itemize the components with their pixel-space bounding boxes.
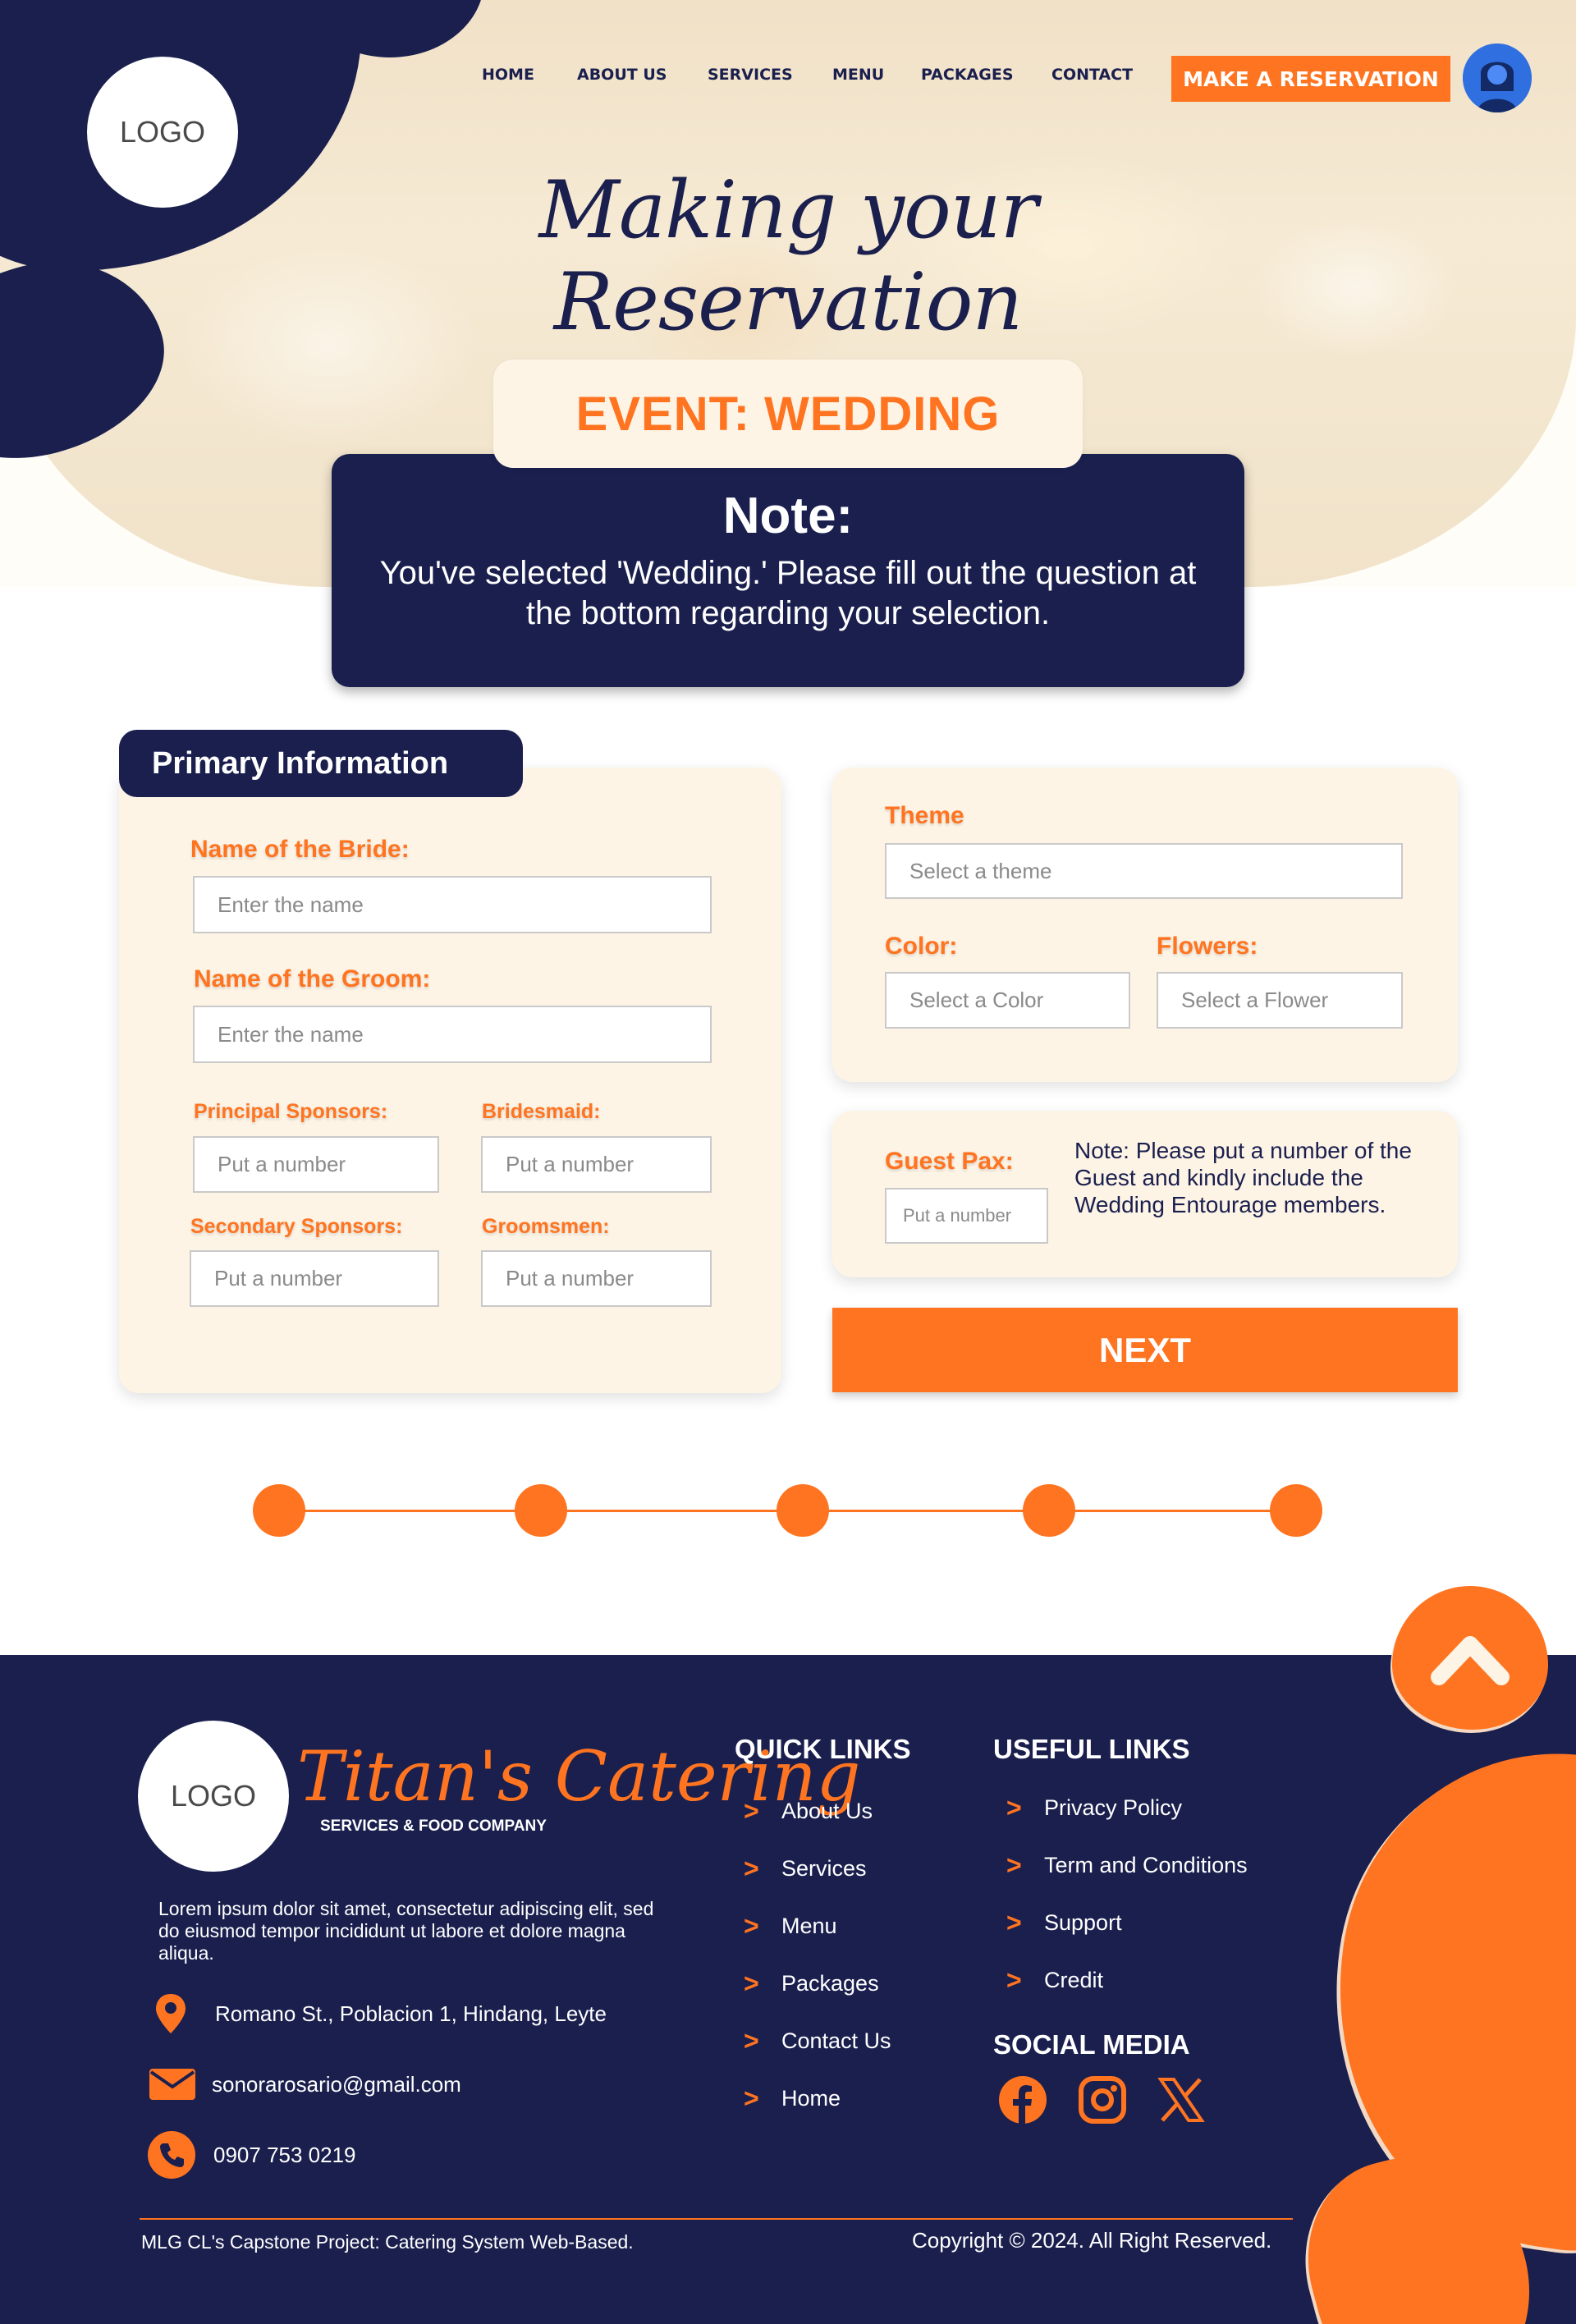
link-label: About Us [781, 1799, 873, 1823]
footer-link-terms[interactable]: > Term and Conditions [1006, 1850, 1248, 1881]
nav-services[interactable]: SERVICES [708, 66, 793, 84]
link-label: Contact Us [781, 2028, 891, 2053]
color-select[interactable]: Select a Color [885, 972, 1130, 1029]
flowers-select[interactable]: Select a Flower [1157, 972, 1403, 1029]
make-reservation-button[interactable]: MAKE A RESERVATION [1171, 56, 1450, 102]
user-avatar[interactable] [1463, 44, 1532, 112]
quick-links-title: QUICK LINKS [735, 1734, 911, 1764]
step-1[interactable] [253, 1484, 305, 1537]
bride-label: Name of the Bride: [190, 836, 410, 863]
nav-menu[interactable]: MENU [832, 66, 884, 84]
bridesmaid-label: Bridesmaid: [482, 1100, 601, 1123]
footer-link-support[interactable]: > Support [1006, 1908, 1122, 1938]
contact-phone[interactable]: 0907 753 0219 [148, 2131, 356, 2179]
link-label: Support [1044, 1910, 1122, 1935]
instagram-icon[interactable] [1077, 2074, 1128, 2125]
email-text: sonorarosario@gmail.com [212, 2071, 461, 2097]
footer-link-credit[interactable]: > Credit [1006, 1965, 1103, 1996]
contact-email[interactable]: sonorarosario@gmail.com [148, 2067, 461, 2102]
nav-about-us[interactable]: ABOUT US [577, 66, 667, 84]
color-label: Color: [885, 933, 958, 960]
social-media-title: SOCIAL MEDIA [993, 2029, 1190, 2060]
link-label: Menu [781, 1914, 837, 1938]
chevron-up-icon [1431, 1635, 1510, 1685]
footer-link-about-us[interactable]: > About Us [744, 1796, 873, 1827]
note-title: Note: [722, 488, 854, 544]
link-label: Privacy Policy [1044, 1795, 1183, 1820]
useful-links-title: USEFUL LINKS [993, 1734, 1190, 1764]
envelope-icon [149, 2069, 195, 2100]
theme-select[interactable]: Select a theme [885, 843, 1403, 899]
x-icon[interactable] [1156, 2074, 1207, 2125]
bride-name-input[interactable]: Enter the name [193, 876, 712, 933]
footer-link-home[interactable]: > Home [744, 2083, 841, 2114]
note-text: You've selected 'Wedding.' Please fill o… [379, 555, 1197, 631]
footer-description: Lorem ipsum dolor sit amet, consectetur … [158, 1898, 654, 1964]
nav-packages[interactable]: PACKAGES [921, 66, 1014, 84]
footer-link-menu[interactable]: > Menu [744, 1911, 837, 1941]
page-title: Making your Reservation [538, 164, 1038, 348]
chevron-right-icon: > [744, 2026, 759, 2056]
groomsmen-input[interactable]: Put a number [481, 1250, 712, 1307]
location-pin-icon [156, 1994, 186, 2033]
groom-label: Name of the Groom: [194, 965, 431, 992]
step-5[interactable] [1270, 1484, 1322, 1537]
footer-logo-text: LOGO [170, 1779, 257, 1813]
step-2[interactable] [515, 1484, 567, 1537]
flowers-label: Flowers: [1157, 933, 1258, 960]
event-note-box: Note: You've selected 'Wedding.' Please … [332, 454, 1244, 687]
link-label: Term and Conditions [1044, 1853, 1248, 1877]
theme-label: Theme [885, 802, 964, 829]
link-label: Credit [1044, 1968, 1104, 1992]
principal-sponsors-label: Principal Sponsors: [194, 1100, 388, 1123]
principal-sponsors-input[interactable]: Put a number [193, 1136, 439, 1193]
link-label: Services [781, 1856, 867, 1881]
copyright: Copyright © 2024. All Right Reserved. [912, 2228, 1272, 2253]
address-text: Romano St., Poblacion 1, Hindang, Leyte [215, 2001, 607, 2026]
brand-tagline: SERVICES & FOOD COMPANY [320, 1817, 547, 1835]
nav-home[interactable]: HOME [482, 66, 534, 84]
guest-pax-label: Guest Pax: [885, 1148, 1014, 1175]
chevron-right-icon: > [1006, 1793, 1022, 1822]
guest-pax-input[interactable]: Put a number [885, 1188, 1048, 1244]
link-label: Packages [781, 1971, 879, 1996]
primary-info-tab: Primary Information [119, 730, 523, 797]
site-logo[interactable]: LOGO [87, 57, 238, 208]
bridesmaid-input[interactable]: Put a number [481, 1136, 712, 1193]
link-label: Home [781, 2086, 841, 2111]
footer-link-contact-us[interactable]: > Contact Us [744, 2026, 891, 2056]
chevron-right-icon: > [744, 1911, 759, 1941]
footer-link-services[interactable]: > Services [744, 1854, 867, 1884]
footer-link-privacy-policy[interactable]: > Privacy Policy [1006, 1793, 1182, 1823]
footer-link-packages[interactable]: > Packages [744, 1969, 879, 1999]
user-icon [1463, 44, 1532, 112]
project-note: MLG CL's Capstone Project: Catering Syst… [141, 2231, 634, 2253]
scroll-to-top-button[interactable] [1392, 1586, 1548, 1730]
event-label: EVENT: WEDDING [493, 360, 1083, 468]
footer-logo[interactable]: LOGO [138, 1721, 289, 1872]
groom-name-input[interactable]: Enter the name [193, 1006, 712, 1063]
groomsmen-label: Groomsmen: [482, 1215, 610, 1238]
chevron-right-icon: > [744, 1969, 759, 1998]
phone-text: 0907 753 0219 [213, 2142, 356, 2167]
chevron-right-icon: > [744, 2083, 759, 2113]
chevron-right-icon: > [1006, 1908, 1022, 1937]
step-3[interactable] [777, 1484, 829, 1537]
chevron-right-icon: > [744, 1796, 759, 1826]
chevron-right-icon: > [744, 1854, 759, 1883]
next-button[interactable]: NEXT [832, 1308, 1458, 1392]
nav-contact[interactable]: CONTACT [1051, 66, 1133, 84]
chevron-right-icon: > [1006, 1850, 1022, 1880]
logo-text: LOGO [119, 115, 206, 149]
secondary-sponsors-input[interactable]: Put a number [190, 1250, 439, 1307]
footer-divider [140, 2218, 1293, 2220]
step-4[interactable] [1023, 1484, 1075, 1537]
phone-icon [148, 2131, 195, 2179]
contact-address: Romano St., Poblacion 1, Hindang, Leyte [153, 1992, 607, 2035]
facebook-icon[interactable] [997, 2074, 1048, 2125]
secondary-sponsors-label: Secondary Sponsors: [190, 1215, 403, 1238]
guest-note: Note: Please put a number of the Guest a… [1074, 1138, 1412, 1217]
chevron-right-icon: > [1006, 1965, 1022, 1995]
